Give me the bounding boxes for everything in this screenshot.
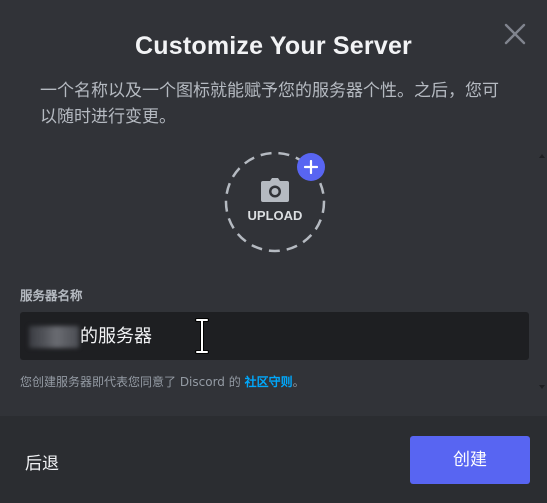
terms-prefix: 您创建服务器即代表您同意了 Discord 的 [20,375,245,389]
server-name-input[interactable]: 的服务器 [20,312,529,360]
server-name-label: 服务器名称 [20,288,83,303]
scroll-up-icon[interactable] [538,152,546,160]
modal-subtitle: 一个名称以及一个图标就能赋予您的服务器个性。之后，您可以随时进行变更。 [40,81,499,127]
upload-icon-button[interactable]: UPLOAD [224,151,326,253]
camera-icon [261,178,289,202]
community-guidelines-link[interactable]: 社区守则 [245,375,293,389]
modal-footer: 后退 创建 [0,416,547,503]
plus-icon [304,160,318,174]
create-button[interactable]: 创建 [410,436,530,484]
back-button[interactable]: 后退 [25,449,59,474]
terms-suffix: 。 [292,375,305,389]
upload-label: UPLOAD [247,208,303,223]
redacted-text [29,326,79,348]
text-cursor-icon [195,318,209,354]
create-server-modal: Customize Your Server 一个名称以及一个图标就能赋予您的服务… [0,0,547,503]
add-icon-badge[interactable] [297,153,325,181]
scroll-down-icon[interactable] [538,383,546,391]
terms-notice: 您创建服务器即代表您同意了 Discord 的 社区守则。 [20,373,305,390]
modal-title: Customize Your Server [135,32,412,60]
server-name-value: 的服务器 [80,326,152,347]
